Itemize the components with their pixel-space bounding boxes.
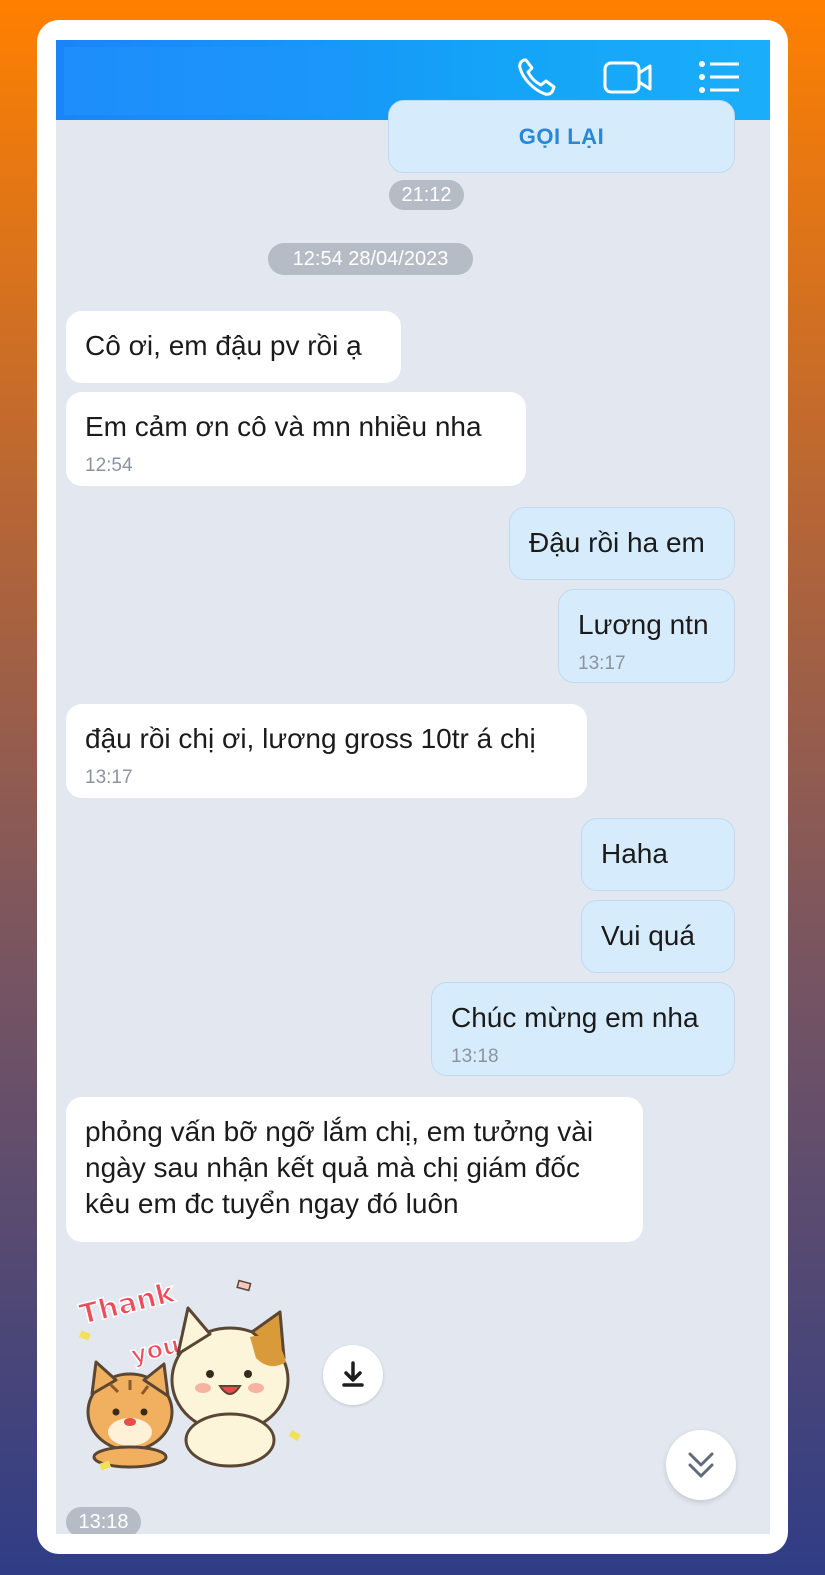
message-incoming[interactable]: phỏng vấn bỡ ngỡ lắm chị, em tưởng vài n…	[66, 1097, 643, 1242]
scroll-to-bottom-button[interactable]	[666, 1430, 736, 1500]
message-outgoing[interactable]: Đậu rồi ha em	[509, 507, 735, 580]
sticker-time-pill: 13:18	[66, 1507, 141, 1534]
date-divider: 12:54 28/04/2023	[268, 243, 473, 275]
message-time: 13:18	[451, 1046, 499, 1067]
message-text: Chúc mừng em nha	[451, 1002, 699, 1033]
message-text-line: ngày sau nhận kết quả mà chị giám đốc	[85, 1152, 580, 1183]
message-text: Cô ơi, em đậu pv rồi ạ	[85, 330, 362, 361]
message-incoming[interactable]: Cô ơi, em đậu pv rồi ạ	[66, 311, 401, 383]
download-button[interactable]	[323, 1345, 383, 1405]
chat-screen: GỌI LẠI 21:12 12:54 28/04/2023 Cô ơi, em…	[56, 40, 770, 1534]
thank-you-cat-sticker[interactable]: Thank you!!	[70, 1262, 310, 1472]
missed-call-card[interactable]: GỌI LẠI	[388, 100, 735, 173]
message-text: đậu rồi chị ơi, lương gross 10tr á chị	[85, 723, 536, 754]
message-text: Đậu rồi ha em	[529, 527, 705, 558]
message-time: 12:54	[85, 455, 133, 476]
video-call-icon[interactable]	[602, 54, 654, 100]
phone-icon[interactable]	[514, 54, 560, 100]
menu-list-icon[interactable]	[696, 54, 744, 100]
message-text: Vui quá	[601, 920, 695, 951]
message-text: Em cảm ơn cô và mn nhiều nha	[85, 411, 482, 442]
message-text-line: phỏng vấn bỡ ngỡ lắm chị, em tưởng vài	[85, 1116, 594, 1147]
message-time: 13:17	[578, 653, 626, 674]
message-incoming[interactable]: đậu rồi chị ơi, lương gross 10tr á chị 1…	[66, 704, 587, 798]
message-outgoing[interactable]: Vui quá	[581, 900, 735, 973]
sticker-text: Thank	[76, 1276, 179, 1332]
message-text: Lương ntn	[578, 609, 709, 640]
message-outgoing[interactable]: Chúc mừng em nha 13:18	[431, 982, 735, 1076]
message-text: Haha	[601, 838, 668, 869]
call-time-pill: 21:12	[389, 180, 464, 210]
download-icon	[342, 1361, 364, 1387]
message-incoming[interactable]: Em cảm ơn cô và mn nhiều nha 12:54	[66, 392, 526, 486]
message-outgoing[interactable]: Lương ntn 13:17	[558, 589, 735, 683]
chevron-double-down-icon	[688, 1452, 714, 1478]
message-time: 13:17	[85, 767, 133, 788]
message-outgoing[interactable]: Haha	[581, 818, 735, 891]
contact-name-redacted	[64, 47, 350, 115]
call-back-button[interactable]: GỌI LẠI	[389, 124, 734, 150]
message-text-line: kêu em đc tuyển ngay đó luôn	[85, 1188, 459, 1219]
